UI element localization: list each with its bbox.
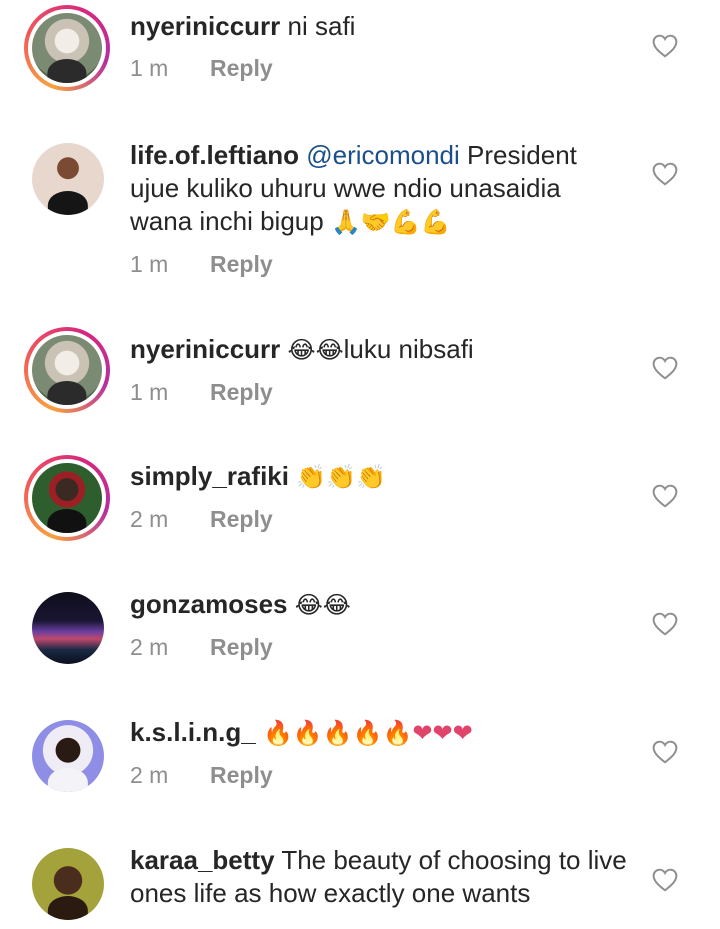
timestamp: 2 m xyxy=(130,506,169,532)
comment-body: luku nibsafi xyxy=(343,334,474,364)
comment-text: simply_rafiki 👏👏👏 xyxy=(130,460,630,494)
timestamp: 2 m xyxy=(130,634,169,660)
reply-button[interactable]: Reply xyxy=(210,506,273,533)
heart-outline-icon[interactable] xyxy=(652,484,678,508)
comment-meta: 1 m Reply xyxy=(130,379,630,406)
comment-text: nyeriniccurr ni safi xyxy=(130,10,630,43)
username-link[interactable]: nyeriniccurr xyxy=(130,11,280,41)
timestamp: 1 m xyxy=(130,251,169,277)
comment-meta: 2 m Reply xyxy=(130,634,630,661)
heart-outline-icon[interactable] xyxy=(652,356,678,380)
heart-outline-icon[interactable] xyxy=(652,34,678,58)
username-link[interactable]: life.of.leftiano xyxy=(130,140,299,170)
reply-button[interactable]: Reply xyxy=(210,251,273,278)
comment-emoji: 🔥🔥🔥🔥🔥❤❤❤ xyxy=(262,719,473,747)
avatar[interactable] xyxy=(32,143,104,215)
username-link[interactable]: nyeriniccurr xyxy=(130,334,280,364)
comment-text: karaa_betty The beauty of choosing to li… xyxy=(130,844,630,910)
avatar[interactable] xyxy=(24,327,110,413)
comment-text: k.s.l.i.n.g_ 🔥🔥🔥🔥🔥❤❤❤ xyxy=(130,716,630,750)
avatar[interactable] xyxy=(24,5,110,91)
comment-meta: 1 m Reply xyxy=(130,251,630,278)
username-link[interactable]: simply_rafiki xyxy=(130,461,289,491)
comment-meta: 1 m Reply xyxy=(130,55,630,82)
avatar[interactable] xyxy=(32,592,104,664)
timestamp: 1 m xyxy=(130,55,169,81)
comment-text: nyeriniccurr 😂😂luku nibsafi xyxy=(130,333,630,367)
comment-body: ni safi xyxy=(287,11,356,41)
comment-emoji: 😂😂 xyxy=(294,591,351,619)
heart-outline-icon[interactable] xyxy=(652,612,678,636)
username-link[interactable]: k.s.l.i.n.g_ xyxy=(130,717,256,747)
reply-button[interactable]: Reply xyxy=(210,379,273,406)
comment-text: gonzamoses 😂😂 xyxy=(130,588,630,622)
reply-button[interactable]: Reply xyxy=(210,762,273,789)
heart-outline-icon[interactable] xyxy=(652,162,678,186)
comment-text: life.of.leftiano @ericomondi President u… xyxy=(130,139,630,239)
mention-link[interactable]: @ericomondi xyxy=(306,140,460,170)
reply-button[interactable]: Reply xyxy=(210,55,273,82)
username-link[interactable]: karaa_betty xyxy=(130,845,275,875)
heart-outline-icon[interactable] xyxy=(652,868,678,892)
comment-emoji: 😂😂 xyxy=(287,336,344,364)
timestamp: 1 m xyxy=(130,379,169,405)
comments-list: nyeriniccurr ni safi 1 m Reply life.of.l… xyxy=(0,0,720,929)
timestamp: 2 m xyxy=(130,762,169,788)
comment-meta: 2 m Reply xyxy=(130,762,630,789)
avatar[interactable] xyxy=(24,455,110,541)
comment-emoji: 👏👏👏 xyxy=(296,463,386,491)
avatar[interactable] xyxy=(32,720,104,792)
heart-outline-icon[interactable] xyxy=(652,740,678,764)
reply-button[interactable]: Reply xyxy=(210,634,273,661)
comment-emoji: 🙏🤝💪💪 xyxy=(330,208,451,236)
comment-meta: 2 m Reply xyxy=(130,506,630,533)
avatar[interactable] xyxy=(32,848,104,920)
username-link[interactable]: gonzamoses xyxy=(130,589,288,619)
